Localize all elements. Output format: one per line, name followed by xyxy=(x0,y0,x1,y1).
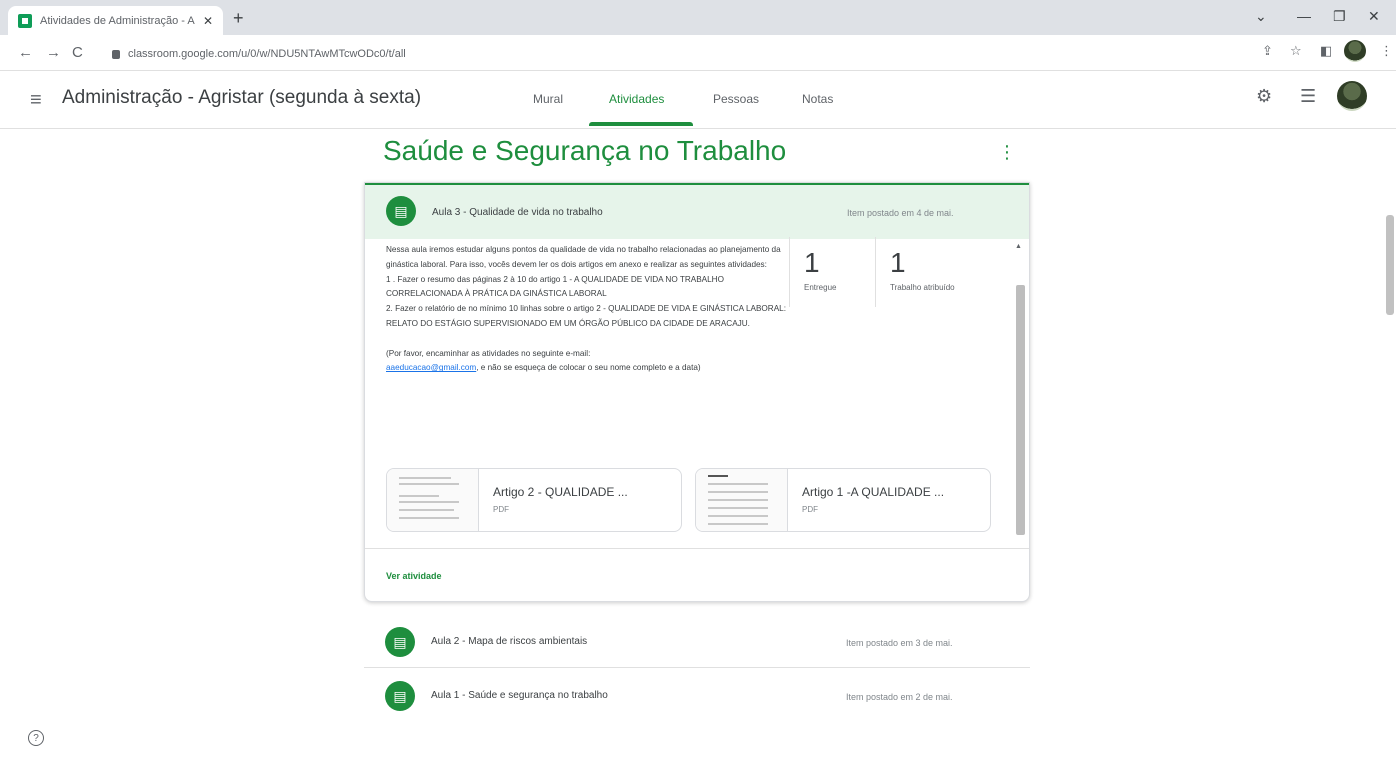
assignment-posted-date: Item postado em 2 de mai. xyxy=(846,692,953,702)
description-paragraph: Nessa aula iremos estudar alguns pontos … xyxy=(386,245,781,269)
help-icon[interactable]: ? xyxy=(28,730,44,746)
assignment-description: Nessa aula iremos estudar alguns pontos … xyxy=(386,243,786,376)
scroll-thumb[interactable] xyxy=(1016,285,1025,535)
tab-search-icon[interactable]: ⌄ xyxy=(1255,8,1267,25)
list-item[interactable]: ▤ Aula 2 - Mapa de riscos ambientais Ite… xyxy=(364,616,1030,668)
account-avatar[interactable] xyxy=(1337,81,1367,111)
back-button[interactable]: ← xyxy=(18,44,33,61)
description-scrollbar[interactable]: ▲ xyxy=(1015,243,1025,543)
assignment-icon: ▤ xyxy=(385,627,415,657)
stat-label: Entregue xyxy=(804,283,837,292)
description-paragraph: 2. Fazer o relatório de no mínimo 10 lin… xyxy=(386,304,786,328)
share-icon[interactable]: ⇪ xyxy=(1262,43,1273,59)
submission-stats: 1 Entregue 1 Trabalho atribuído xyxy=(789,237,989,307)
list-item[interactable]: ▤ Aula 1 - Saúde e segurança no trabalho… xyxy=(364,670,1030,722)
tab-atividades[interactable]: Atividades xyxy=(609,92,664,106)
bookmark-star-icon[interactable]: ☆ xyxy=(1290,43,1302,59)
stat-label: Trabalho atribuído xyxy=(890,283,955,292)
attachment-name: Artigo 1 -A QUALIDADE ... xyxy=(802,485,945,499)
topic-title: Saúde e Segurança no Trabalho xyxy=(383,135,787,166)
assignment-title[interactable]: Aula 2 - Mapa de riscos ambientais xyxy=(431,636,587,647)
forward-button[interactable]: → xyxy=(46,44,61,61)
tab-pessoas[interactable]: Pessoas xyxy=(713,92,759,106)
attachment-pdf[interactable]: Artigo 2 - QUALIDADE ... PDF xyxy=(386,468,682,532)
minimize-button[interactable]: — xyxy=(1297,8,1311,24)
new-tab-button[interactable]: + xyxy=(233,8,244,29)
close-window-button[interactable]: ✕ xyxy=(1368,8,1380,25)
address-bar: ← → C classroom.google.com/u/0/w/NDU5NTA… xyxy=(0,35,1396,71)
reload-button[interactable]: C xyxy=(72,44,83,61)
attachment-name: Artigo 2 - QUALIDADE ... xyxy=(493,485,628,499)
browser-tab[interactable]: Atividades de Administração - A ✕ xyxy=(8,6,223,35)
scroll-up-arrow-icon[interactable]: ▲ xyxy=(1015,243,1022,250)
description-paragraph xyxy=(386,332,786,347)
restore-button[interactable]: ❐ xyxy=(1333,8,1346,25)
view-assignment-link[interactable]: Ver atividade xyxy=(386,571,442,581)
topic-more-icon[interactable]: ⋮ xyxy=(998,142,1016,163)
description-paragraph: (Por favor, encaminhar as atividades no … xyxy=(386,348,591,358)
url-input[interactable]: classroom.google.com/u/0/w/NDU5NTAwMTcwO… xyxy=(104,41,1234,67)
assignment-title[interactable]: Aula 1 - Saúde e segurança no trabalho xyxy=(431,690,608,701)
browser-tab-strip: Atividades de Administração - A ✕ + ⌄ — … xyxy=(0,0,1396,35)
browser-menu-icon[interactable]: ⋮ xyxy=(1380,43,1393,59)
attachment-type: PDF xyxy=(802,505,818,514)
apps-icon[interactable]: ☰ xyxy=(1300,86,1316,107)
profile-avatar[interactable] xyxy=(1344,40,1366,62)
page-scrollbar-thumb[interactable] xyxy=(1386,215,1394,315)
class-title[interactable]: Administração - Agristar (segunda à sext… xyxy=(62,87,421,109)
assignment-header[interactable]: ▤ Aula 3 - Qualidade de vida no trabalho… xyxy=(365,183,1029,239)
url-text: classroom.google.com/u/0/w/NDU5NTAwMTcwO… xyxy=(128,48,406,60)
browser-tab-title: Atividades de Administração - A xyxy=(40,14,195,27)
stat-entregue[interactable]: 1 Entregue xyxy=(789,237,875,307)
email-link[interactable]: aaeducacao@gmail.com xyxy=(386,363,476,372)
classroom-header: ≡ Administração - Agristar (segunda à se… xyxy=(0,71,1396,129)
assignment-posted-date: Item postado em 3 de mai. xyxy=(846,638,953,648)
stat-atribuido[interactable]: 1 Trabalho atribuído xyxy=(875,237,989,307)
assignment-card-expanded: ▤ Aula 3 - Qualidade de vida no trabalho… xyxy=(364,182,1030,602)
tab-notas[interactable]: Notas xyxy=(802,92,833,106)
attachment-type: PDF xyxy=(493,505,509,514)
side-panel-icon[interactable]: ◧ xyxy=(1320,43,1332,59)
active-tab-indicator xyxy=(589,122,693,126)
description-paragraph: 1 . Fazer o resumo das páginas 2 à 10 do… xyxy=(386,274,724,299)
stat-number: 1 xyxy=(804,247,820,278)
close-tab-icon[interactable]: ✕ xyxy=(203,14,213,28)
stat-number: 1 xyxy=(890,247,906,278)
classroom-favicon xyxy=(18,13,32,28)
tab-mural[interactable]: Mural xyxy=(533,92,563,106)
main-menu-icon[interactable]: ≡ xyxy=(30,89,42,112)
assignment-icon: ▤ xyxy=(386,196,416,226)
lock-icon xyxy=(112,49,120,59)
pdf-thumbnail xyxy=(696,469,788,531)
description-tail: , e não se esqueça de colocar o seu nome… xyxy=(476,363,701,373)
attachment-pdf[interactable]: Artigo 1 -A QUALIDADE ... PDF xyxy=(695,468,991,532)
card-footer: Ver atividade xyxy=(365,548,1029,602)
assignment-posted-date: Item postado em 4 de mai. xyxy=(847,208,954,218)
assignment-title[interactable]: Aula 3 - Qualidade de vida no trabalho xyxy=(432,207,603,218)
settings-icon[interactable]: ⚙ xyxy=(1256,86,1272,107)
pdf-thumbnail xyxy=(387,469,479,531)
assignment-icon: ▤ xyxy=(385,681,415,711)
